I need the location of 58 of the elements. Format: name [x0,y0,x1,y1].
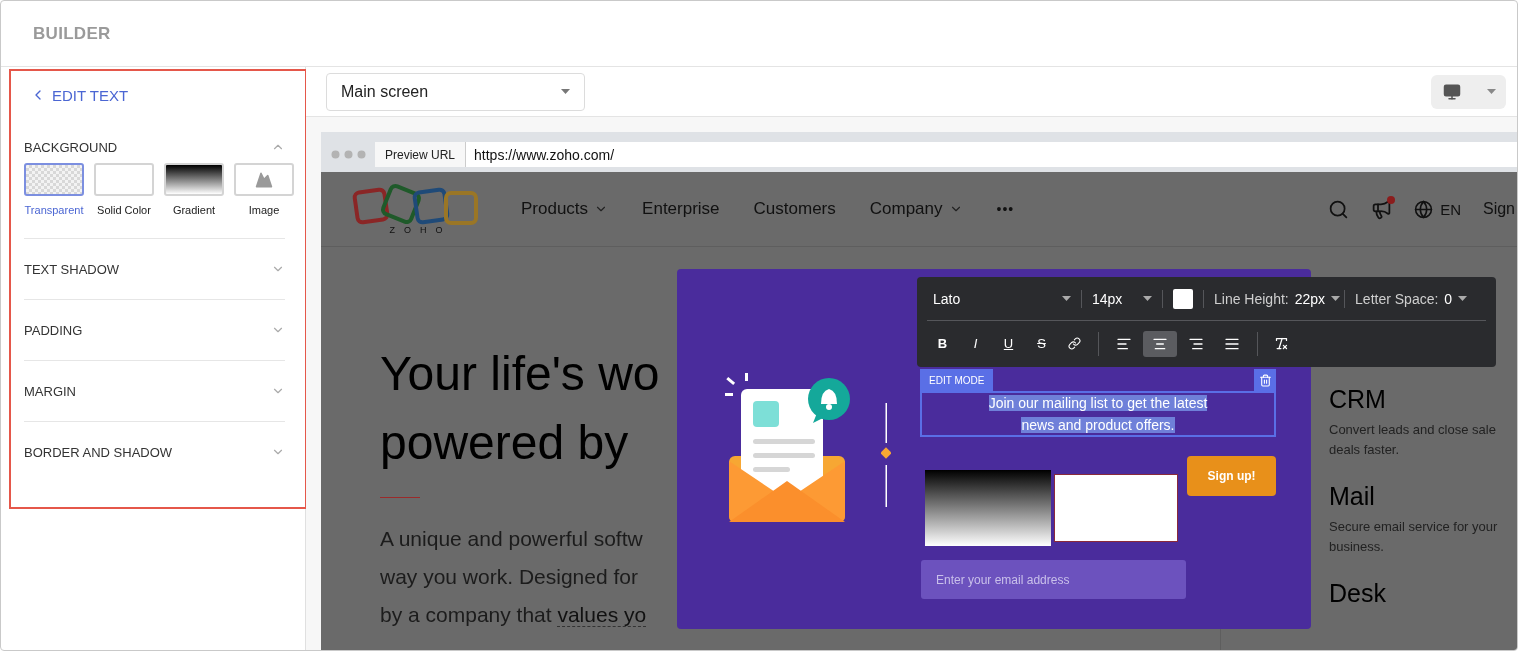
format-button[interactable]: B [927,330,958,357]
background-option[interactable] [164,163,224,196]
font-select[interactable]: Lato [927,290,1077,307]
back-link[interactable]: EDIT TEXT [24,73,285,117]
hero-title: Your life's wo powered by [380,346,660,471]
caret-icon [1062,296,1071,301]
option-label: Image [248,204,280,216]
letter-space-label: Letter Space: [1355,290,1439,307]
logo-text: ZOHO [388,225,452,235]
option-label: Transparent [24,204,84,216]
caret-icon [561,89,570,94]
trash-icon [1258,374,1272,387]
section-header[interactable]: PADDING [24,300,285,360]
edit-mode-label: EDIT MODE [920,369,994,391]
product-name[interactable]: CRM [1329,385,1517,414]
section-header[interactable]: BORDER AND SHADOW [24,422,285,482]
image-icon [255,170,273,189]
format-button[interactable]: S [1026,330,1057,357]
notification-dot [1387,195,1396,204]
caret-icon [1143,296,1152,301]
nav-link[interactable]: Customers [753,199,836,219]
product-description: Secure email service for your business. [1329,518,1499,556]
align-button[interactable] [1143,330,1177,357]
clear-format-icon [1274,336,1289,351]
line-height-value[interactable]: 22px [1294,290,1326,307]
product-description: Convert leads and close sale deals faster. [1329,421,1497,459]
line-height-label: Line Height: [1214,290,1289,307]
link-icon [1068,337,1081,350]
section-header[interactable]: TEXT SHADOW [24,239,285,299]
preview-url-label: Preview URL [375,142,466,167]
screen-select[interactable]: Main screen [326,72,585,111]
caret-icon [1487,89,1496,94]
product-name[interactable]: Mail [1329,482,1517,511]
caret-icon [1331,296,1341,301]
device-button[interactable] [1431,74,1506,109]
url-field[interactable]: https://www.zoho.com/ [465,142,1517,167]
format-button[interactable]: I [960,330,991,357]
app-title: BUILDER [33,23,111,44]
hero-paragraph: A unique and powerful softw way you work. Designed for by a company that values yo [380,526,647,629]
window-dots-icon [331,150,367,159]
product-name[interactable]: Desk [1329,579,1517,608]
letter-space-value[interactable]: 0 [1444,290,1453,307]
delete-button[interactable] [1254,369,1276,392]
sign-link[interactable]: Sign [1482,200,1515,218]
language-link[interactable]: EN [1414,199,1461,219]
color-swatch[interactable] [1173,288,1193,309]
monitor-icon [1443,82,1461,101]
search-icon[interactable] [1328,198,1350,220]
globe-icon [1414,199,1434,219]
section-header[interactable]: BACKGROUND [24,117,285,177]
section-header[interactable]: MARGIN [24,361,285,421]
caret-icon [1458,296,1468,301]
format-button[interactable]: U [993,330,1024,357]
option-label: Solid Color [97,204,151,216]
size-select[interactable]: 14px [1086,290,1158,307]
option-label: Gradient [172,204,216,216]
nav-link[interactable]: Products [521,199,609,219]
email-field[interactable]: Enter your email address [921,560,1186,599]
